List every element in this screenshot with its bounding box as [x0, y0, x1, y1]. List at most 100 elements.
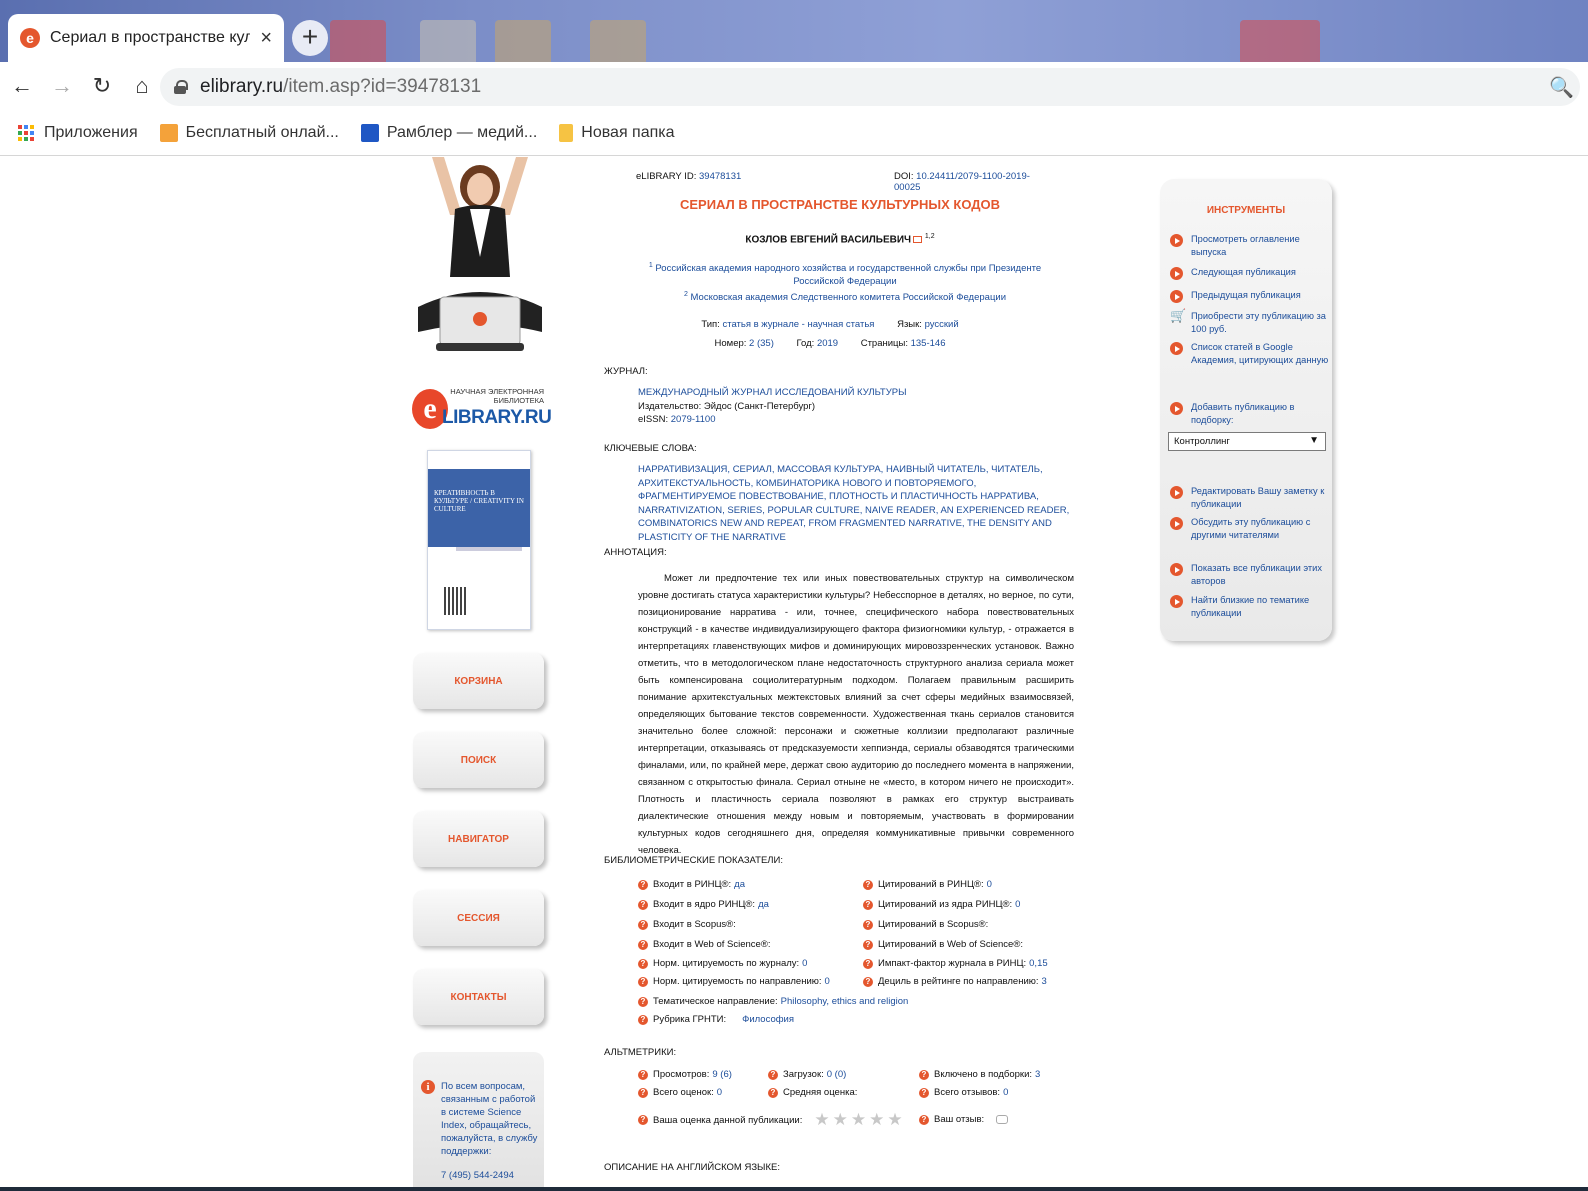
altmetrics-heading: АЛЬТМЕТРИКИ:: [604, 1047, 677, 1058]
tool-label: Следующая публикация: [1191, 267, 1296, 277]
play-arrow-icon: [1170, 486, 1183, 499]
home-icon[interactable]: ⌂: [124, 68, 160, 104]
tool-author-publications[interactable]: Показать все публикации этих авторов: [1170, 562, 1330, 587]
eissn-value: 2079-1100: [670, 414, 716, 426]
alt-value: 0: [716, 1087, 723, 1098]
bookmark-item[interactable]: Рамблер — медий...: [360, 123, 537, 142]
tool-similar-publications[interactable]: Найти близкие по тематике публикации: [1170, 594, 1330, 619]
question-icon[interactable]: ?: [863, 899, 873, 910]
metric-value: 0: [824, 976, 830, 987]
question-icon[interactable]: ?: [863, 976, 873, 987]
tool-google-scholar[interactable]: Список статей в Google Академия, цитирую…: [1170, 341, 1330, 366]
tool-view-contents[interactable]: Просмотреть оглавление выпуска: [1170, 233, 1330, 258]
address-bar[interactable]: elibrary.ru/item.asp?id=39478131 🔍: [160, 68, 1580, 106]
elibrary-favicon-icon: e: [20, 28, 40, 48]
question-icon[interactable]: ?: [638, 976, 648, 987]
metric-value[interactable]: Философия: [742, 1014, 794, 1025]
dropdown-arrow-icon[interactable]: ▼: [1309, 435, 1319, 446]
back-arrow-icon[interactable]: ←: [4, 68, 40, 104]
alt-downloads: ? Загрузок: 0 (0): [768, 1069, 846, 1080]
browser-tab-active[interactable]: e Сериал в пространстве культур ×: [8, 14, 284, 62]
metric-value: 0: [986, 879, 992, 890]
question-icon[interactable]: ?: [863, 919, 873, 930]
elibrary-logo[interactable]: e НАУЧНАЯ ЭЛЕКТРОННАЯ БИБЛИОТЕКА LIBRARY…: [412, 385, 552, 433]
comment-bubble-icon[interactable]: [996, 1115, 1009, 1124]
journal-heading: ЖУРНАЛ:: [604, 366, 648, 377]
tool-discuss[interactable]: Обсудить эту публикацию с другими читате…: [1170, 516, 1330, 541]
zoom-icon[interactable]: 🔍: [1549, 75, 1574, 100]
question-icon[interactable]: ?: [919, 1087, 929, 1098]
play-arrow-icon: [1170, 563, 1183, 576]
question-icon[interactable]: ?: [863, 939, 873, 950]
question-icon[interactable]: ?: [863, 958, 873, 969]
aff-text[interactable]: Российская академия народного хозяйства …: [655, 263, 1041, 287]
close-tab-icon[interactable]: ×: [260, 27, 272, 50]
journal-cover-image[interactable]: КРЕАТИВНОСТЬ В КУЛЬТУРЕ / CREATIVITY IN …: [427, 450, 531, 630]
tool-add-to-collection[interactable]: Добавить публикацию в подборку:: [1170, 401, 1330, 426]
question-icon[interactable]: ?: [638, 1014, 648, 1025]
collection-select[interactable]: Контроллинг ▼: [1168, 432, 1326, 451]
question-icon[interactable]: ?: [638, 996, 648, 1007]
alt-value: 0 (0): [826, 1069, 847, 1080]
question-icon[interactable]: ?: [638, 1115, 648, 1125]
question-icon[interactable]: ?: [768, 1069, 778, 1080]
nav-button-search[interactable]: ПОИСК: [413, 732, 544, 788]
nav-button-cart[interactable]: КОРЗИНА: [413, 653, 544, 709]
question-icon[interactable]: ?: [638, 919, 648, 930]
metric-grnti: ? Рубрика ГРНТИ: Философия: [638, 1014, 794, 1025]
question-icon[interactable]: ?: [919, 1114, 929, 1125]
metric-rinc-core: ? Входит в ядро РИНЦ®: да: [638, 899, 769, 910]
reload-icon[interactable]: ↻: [84, 68, 120, 104]
publisher-line: Издательство: Эйдос (Санкт-Петербург): [638, 400, 1074, 414]
new-tab-button[interactable]: +: [292, 20, 328, 56]
metric-norm-direction: ? Норм. цитируемость по направлению: 0: [638, 976, 830, 987]
bookmark-item[interactable]: Бесплатный онлай...: [159, 123, 339, 142]
tool-buy-publication[interactable]: 🛒 Приобрести эту публикацию за 100 руб.: [1170, 309, 1330, 335]
question-icon[interactable]: ?: [863, 879, 873, 890]
metric-value: да: [734, 879, 745, 890]
metric-label: Норм. цитируемость по направлению:: [653, 976, 822, 987]
question-icon[interactable]: ?: [768, 1087, 778, 1098]
question-icon[interactable]: ?: [638, 1087, 648, 1098]
metric-label: Входит в Web of Science®:: [653, 939, 771, 950]
year-value: 2019: [816, 338, 839, 349]
question-icon[interactable]: ?: [638, 1069, 648, 1080]
question-icon[interactable]: ?: [638, 899, 648, 910]
author-name[interactable]: КОЗЛОВ ЕВГЕНИЙ ВАСИЛЬЕВИЧ: [745, 234, 911, 245]
bookmark-folder[interactable]: Новая папка: [559, 123, 675, 142]
issue-value[interactable]: 2 (35): [749, 338, 774, 349]
forward-arrow-icon[interactable]: →: [44, 68, 80, 104]
pages-label: Страницы:: [860, 338, 908, 349]
decorative-theme-shape: [495, 20, 551, 62]
doi-link[interactable]: 10.24411/2079-1100-2019-00025: [894, 171, 1030, 193]
email-icon[interactable]: [913, 236, 923, 244]
bibliometrics-heading: БИБЛИОМЕТРИЧЕСКИЕ ПОКАЗАТЕЛИ:: [604, 855, 783, 866]
metric-value[interactable]: Philosophy, ethics and religion: [781, 996, 909, 1007]
nav-button-navigator[interactable]: НАВИГАТОР: [413, 811, 544, 867]
bookmark-site-icon: [159, 123, 178, 142]
question-icon[interactable]: ?: [919, 1069, 929, 1080]
logo-caption: НАУЧНАЯ ЭЛЕКТРОННАЯ БИБЛИОТЕКА: [450, 387, 544, 405]
alt-value[interactable]: 3: [1035, 1069, 1040, 1080]
journal-name-link[interactable]: МЕЖДУНАРОДНЫЙ ЖУРНАЛ ИССЛЕДОВАНИЙ КУЛЬТУ…: [638, 386, 1074, 400]
rating-stars[interactable]: ★★★★★: [814, 1110, 905, 1130]
lock-icon[interactable]: [174, 80, 188, 94]
tool-next-publication[interactable]: Следующая публикация: [1170, 266, 1330, 280]
question-icon[interactable]: ?: [638, 958, 648, 969]
tool-edit-note[interactable]: Редактировать Вашу заметку к публикации: [1170, 485, 1330, 510]
metric-label: Тематическое направление:: [653, 996, 778, 1007]
metric-citations-scopus: ? Цитирований в Scopus®:: [863, 919, 991, 930]
nav-button-contacts[interactable]: КОНТАКТЫ: [413, 969, 544, 1025]
question-icon[interactable]: ?: [638, 939, 648, 950]
doi: DOI: 10.24411/2079-1100-2019-00025: [894, 171, 1056, 193]
tool-previous-publication[interactable]: Предыдущая публикация: [1170, 289, 1330, 303]
aff-text[interactable]: Московская академия Следственного комите…: [691, 292, 1006, 303]
aff-sup: 1: [648, 262, 653, 269]
nav-button-session[interactable]: СЕССИЯ: [413, 890, 544, 946]
info-icon: i: [421, 1080, 435, 1094]
metric-subject-area: ? Тематическое направление: Philosophy, et…: [638, 996, 908, 1007]
bookmark-apps[interactable]: Приложения: [18, 124, 138, 142]
publisher-label: Издательство:: [638, 400, 702, 412]
question-icon[interactable]: ?: [638, 879, 648, 890]
keywords-list[interactable]: НАРРАТИВИЗАЦИЯ, СЕРИАЛ, МАССОВАЯ КУЛЬТУР…: [638, 463, 1074, 545]
